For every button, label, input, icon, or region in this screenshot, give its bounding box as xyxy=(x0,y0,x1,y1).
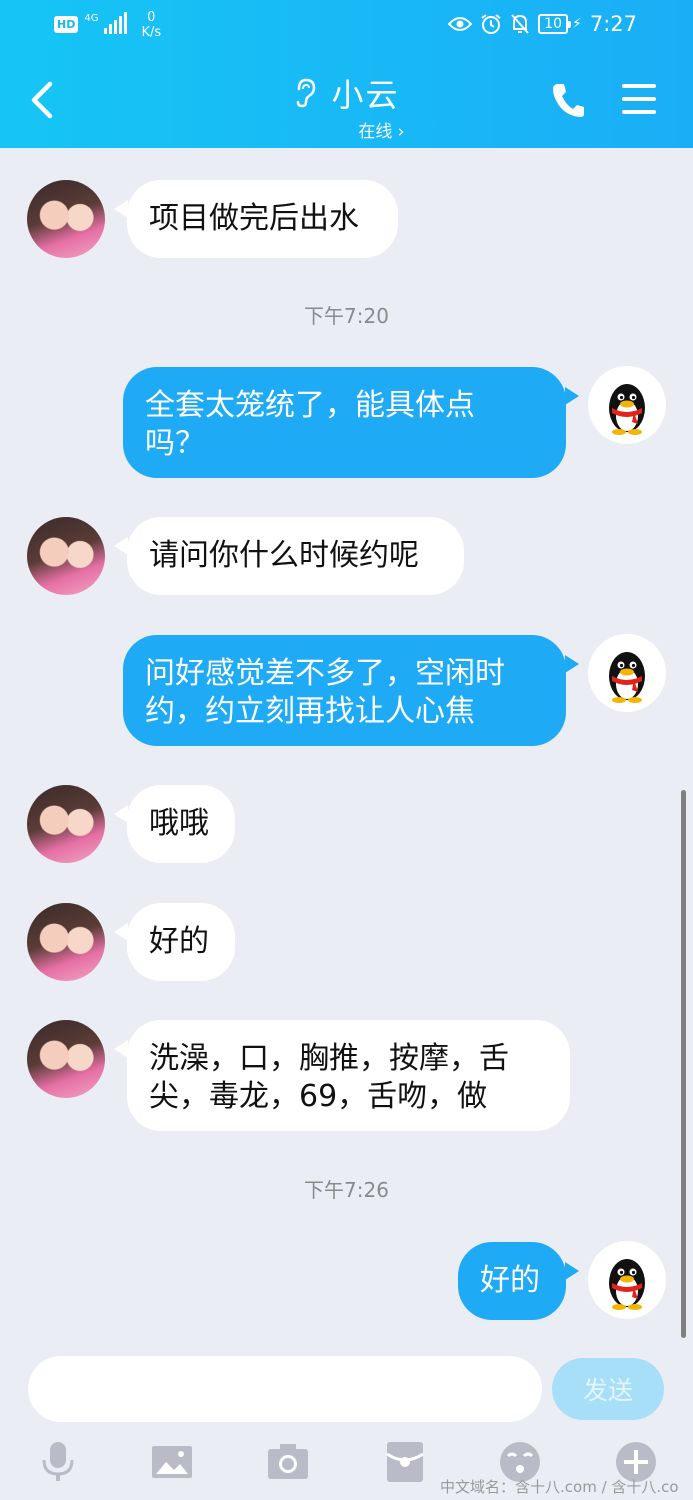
speed-value: 0 xyxy=(147,10,156,25)
incoming-message[interactable]: 哦哦 xyxy=(127,785,235,863)
penguin-icon xyxy=(609,1259,645,1310)
camera-icon xyxy=(268,1444,308,1479)
outgoing-message[interactable]: 问好感觉差不多了，空闲时 约，约立刻再找让人心焦 xyxy=(123,635,566,746)
bubble-tail xyxy=(114,923,128,941)
incoming-message[interactable]: 请问你什么时候约呢 xyxy=(127,517,464,595)
clock: 7:27 xyxy=(589,12,637,36)
incoming-message[interactable]: 好的 xyxy=(127,903,235,981)
my-avatar[interactable] xyxy=(588,634,666,712)
contact-avatar[interactable] xyxy=(27,180,105,258)
signal-icon xyxy=(104,12,128,34)
message-text-line: 洗澡，口，胸推，按摩，舌 xyxy=(149,1041,509,1076)
message-text-line: 尖，毒龙，69，舌吻，做 xyxy=(149,1079,488,1114)
send-button[interactable]: 发送 xyxy=(552,1358,664,1420)
bubble-tail xyxy=(114,537,128,555)
mic-icon xyxy=(42,1442,74,1481)
speed-unit: K/s xyxy=(141,25,162,40)
bubble-tail xyxy=(565,655,579,673)
online-status[interactable]: 在线 › xyxy=(70,117,693,142)
my-avatar[interactable] xyxy=(588,1241,666,1319)
contact-avatar[interactable] xyxy=(27,903,105,981)
incoming-message[interactable]: 项目做完后出水 xyxy=(127,180,398,258)
phone-icon xyxy=(553,84,584,117)
bubble-tail xyxy=(114,1040,128,1058)
penguin-icon xyxy=(609,652,645,703)
menu-button[interactable] xyxy=(620,82,658,116)
network-speed: 0 K/s xyxy=(141,10,161,40)
message-input[interactable] xyxy=(28,1356,542,1422)
outgoing-message[interactable]: 好的 xyxy=(458,1242,566,1320)
bubble-tail xyxy=(565,1262,579,1280)
hamburger-menu-icon xyxy=(622,84,656,114)
bubble-tail xyxy=(565,387,579,405)
message-text-line: 全套太笼统了，能具体点 xyxy=(145,388,475,423)
watermark: 中文域名：含十八.com / 含十八.co xyxy=(440,1478,679,1496)
contact-avatar[interactable] xyxy=(27,517,105,595)
photo-button[interactable] xyxy=(150,1440,194,1484)
message-text: 项目做完后出水 xyxy=(149,201,359,236)
battery-indicator: 10 xyxy=(538,14,571,34)
message-text-line: 问好感觉差不多了，空闲时 xyxy=(145,656,505,691)
message-text: 好的 xyxy=(149,924,209,959)
camera-button[interactable] xyxy=(266,1440,310,1484)
contact-name: 小云 xyxy=(331,76,400,114)
message-text: 请问你什么时候约呢 xyxy=(149,538,419,573)
contact-avatar[interactable] xyxy=(27,785,105,863)
bubble-tail xyxy=(114,805,128,823)
status-right: 10 ⚡ 7:27 xyxy=(448,12,637,36)
red-envelope-button[interactable] xyxy=(383,1440,427,1484)
status-left: HD 4G 0 K/s xyxy=(54,10,161,40)
voice-button[interactable] xyxy=(36,1440,80,1484)
message-text: 哦哦 xyxy=(149,806,209,841)
eye-icon xyxy=(448,17,473,31)
chat-header: HD 4G 0 K/s 10 ⚡ 7:27 小云 在线 › xyxy=(0,0,693,148)
contact-avatar[interactable] xyxy=(27,1020,105,1098)
message-timestamp: 下午7:26 xyxy=(304,1178,389,1202)
title-area[interactable]: 小云 在线 › xyxy=(0,70,693,142)
call-button[interactable] xyxy=(550,80,586,120)
penguin-icon xyxy=(609,384,645,435)
ear-icon xyxy=(297,78,316,108)
message-text-line: 约，约立刻再找让人心焦 xyxy=(145,694,475,729)
message-text: 好的 xyxy=(480,1263,540,1298)
message-timestamp: 下午7:20 xyxy=(304,304,389,328)
network-type: 4G xyxy=(84,13,99,24)
image-icon xyxy=(152,1446,192,1478)
scrollbar[interactable] xyxy=(681,790,686,1338)
red-envelope-icon xyxy=(386,1442,424,1482)
bubble-tail xyxy=(114,200,128,218)
outgoing-message[interactable]: 全套太笼统了，能具体点 吗？ xyxy=(123,367,566,478)
my-avatar[interactable] xyxy=(588,366,666,444)
alarm-icon xyxy=(481,14,501,34)
charging-icon: ⚡ xyxy=(571,16,582,32)
message-text-line: 吗？ xyxy=(145,426,205,461)
mute-bell-icon xyxy=(511,14,529,34)
hd-badge: HD xyxy=(54,16,79,33)
status-bar: HD 4G 0 K/s 10 ⚡ 7:27 xyxy=(0,0,693,50)
incoming-message[interactable]: 洗澡，口，胸推，按摩，舌 尖，毒龙，69，舌吻，做 xyxy=(127,1020,570,1131)
